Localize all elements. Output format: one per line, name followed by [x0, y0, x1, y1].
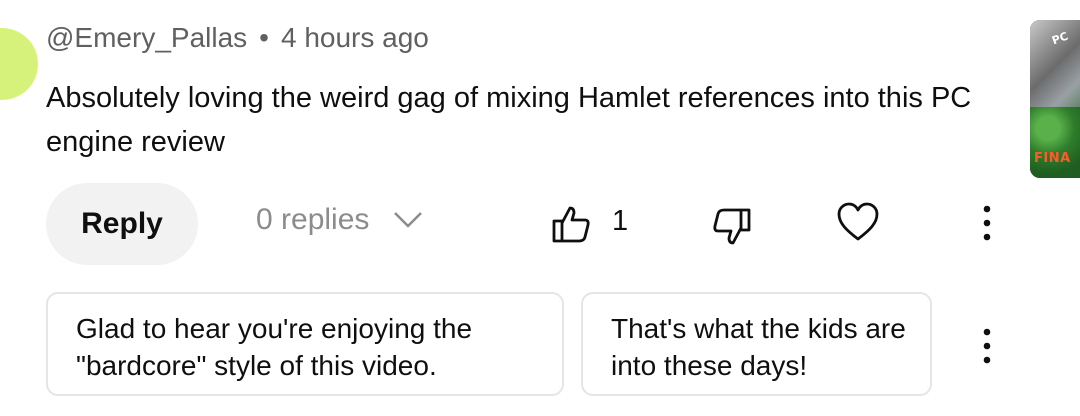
suggested-reply-1[interactable]: Glad to hear you're enjoying the "bardco… — [46, 292, 564, 396]
thumbs-down-icon[interactable] — [712, 207, 752, 247]
replies-toggle[interactable]: 0 replies — [256, 203, 423, 237]
chevron-down-icon — [394, 212, 423, 228]
meta-separator: • — [259, 22, 269, 53]
comment-timestamp: 4 hours ago — [280, 22, 429, 53]
more-vertical-icon[interactable] — [980, 205, 994, 241]
comment-meta: @Emery_Pallas • 4 hours ago — [46, 22, 429, 54]
avatar[interactable] — [0, 28, 38, 100]
comment-author[interactable]: @Emery_Pallas — [46, 22, 247, 53]
video-thumbnail[interactable]: PC FINA — [1030, 20, 1080, 178]
more-vertical-icon[interactable] — [980, 328, 994, 364]
heart-icon[interactable] — [836, 202, 880, 242]
comment-text: Absolutely loving the weird gag of mixin… — [46, 82, 972, 158]
replies-count: 0 replies — [256, 203, 370, 236]
reply-button[interactable]: Reply — [46, 183, 198, 265]
like-count: 1 — [612, 205, 629, 237]
thumbnail-grass — [1030, 106, 1080, 178]
suggested-reply-2[interactable]: That's what the kids are into these days… — [581, 292, 932, 396]
thumbnail-text-bottom: FINA — [1034, 151, 1071, 166]
thumbs-up-icon[interactable] — [551, 204, 591, 244]
